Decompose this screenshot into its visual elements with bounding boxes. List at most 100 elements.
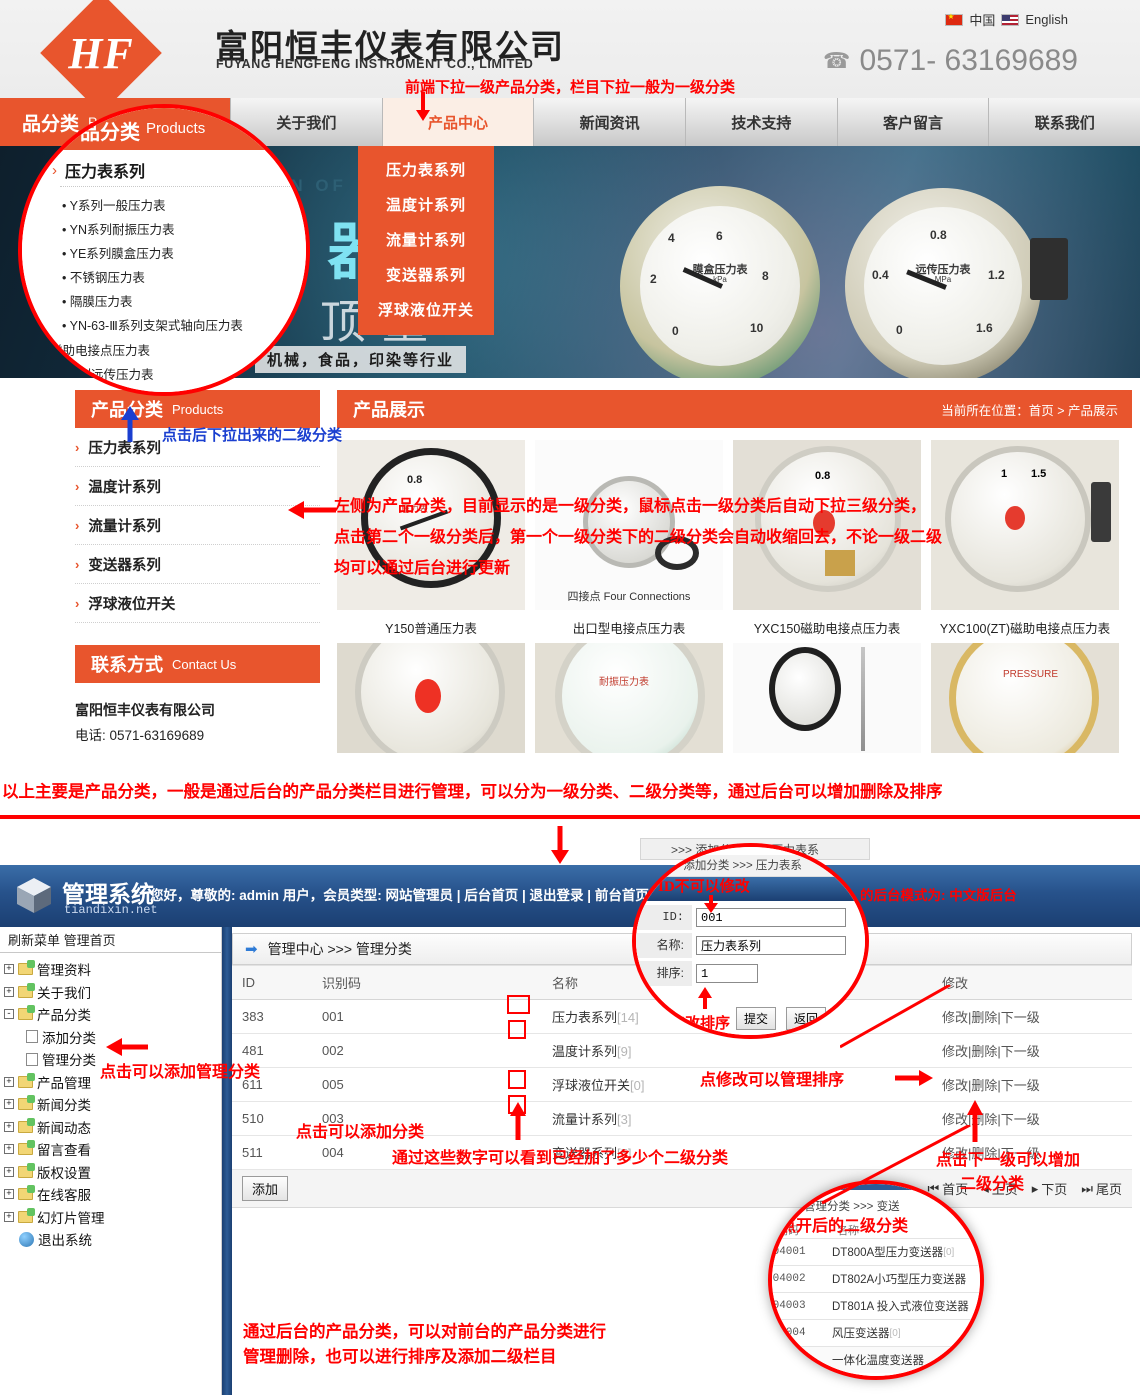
tree-node-label: 退出系统 xyxy=(38,1229,92,1249)
lang-cn-label[interactable]: 中国 xyxy=(969,10,995,29)
tree-node-news-category[interactable]: + 新闻分类 xyxy=(4,1093,221,1116)
expander-plus-icon[interactable]: + xyxy=(4,1167,14,1177)
product-image[interactable]: PRESSURE xyxy=(931,643,1119,753)
tree-node-product-category[interactable]: - 产品分类 xyxy=(4,1003,221,1026)
sub-table-row[interactable]: 004003 DT801A 投入式液位变送器 xyxy=(768,1292,984,1319)
dropdown-item-flowmeter[interactable]: 流量计系列 xyxy=(358,222,494,257)
admin-welcome-bar[interactable]: 您好，尊敬的: admin 用户，会员类型: 网站管理员 | 后台首页 | 退出… xyxy=(150,884,649,904)
callout-front-subitem[interactable]: • YE系列膜盒压力表 xyxy=(62,242,243,266)
language-switcher[interactable]: 中国 English xyxy=(945,10,1068,29)
edit-name-input[interactable]: 压力表系列 xyxy=(696,936,846,955)
nav-item-news[interactable]: 新闻资讯 xyxy=(533,98,685,146)
expander-minus-icon[interactable]: - xyxy=(4,1009,14,1019)
table-row[interactable]: 611 005 浮球液位开关[0] 修改|删除|下一级 xyxy=(232,1068,1132,1102)
annotation-id-readonly: ID不可以修改 xyxy=(658,875,750,896)
tree-node-slideshow[interactable]: + 幻灯片管理 xyxy=(4,1206,221,1229)
sidebar-item-thermometer[interactable]: › 温度计系列 xyxy=(75,467,320,506)
sidebar-item-label: 流量计系列 xyxy=(88,515,161,536)
dropdown-item-thermometer[interactable]: 温度计系列 xyxy=(358,187,494,222)
expander-plus-icon[interactable]: + xyxy=(4,1144,14,1154)
gauge2-num-04: 0.4 xyxy=(872,268,889,282)
product-card[interactable] xyxy=(337,643,525,753)
sub-table-row[interactable]: 004004 风压变送器[0] xyxy=(768,1319,984,1346)
sub-table-row[interactable]: 004005 一体化温度变送器 xyxy=(768,1346,984,1373)
table-row[interactable]: 481 002 温度计系列[9] 修改|删除|下一级 xyxy=(232,1034,1132,1068)
tree-node-news[interactable]: + 新闻动态 xyxy=(4,1116,221,1139)
tree-node-logout[interactable]: 退出系统 xyxy=(4,1228,221,1251)
arrow-up-to-order-field xyxy=(696,987,714,1009)
folder-icon xyxy=(18,1076,33,1088)
nav-item-products[interactable]: 产品中心 xyxy=(382,98,534,146)
cell-actions[interactable]: 修改|删除|下一级 xyxy=(932,1000,1132,1034)
expander-plus-icon[interactable]: + xyxy=(4,1077,14,1087)
callout-front-subitem[interactable]: • 不锈钢压力表 xyxy=(62,266,243,290)
product-image[interactable]: 1 1.5 xyxy=(931,440,1119,610)
callout-front-parent-label: 压力表系列 xyxy=(65,158,145,182)
expander-plus-icon[interactable]: + xyxy=(4,964,14,974)
sidebar-item-transmitter[interactable]: › 变送器系列 xyxy=(75,545,320,584)
lang-en-label[interactable]: English xyxy=(1025,12,1068,27)
cell-name-text: 温度计系列 xyxy=(552,1044,617,1059)
tree-node-label: 新闻动态 xyxy=(37,1117,91,1137)
tree-node-about-us[interactable]: + 关于我们 xyxy=(4,981,221,1004)
admin-header: 管理系统 tiandixin.net 您好，尊敬的: admin 用户，会员类型… xyxy=(0,865,1140,927)
sidebar-contact-head: 联系方式 Contact Us xyxy=(75,645,320,683)
edit-order-input[interactable]: 1 xyxy=(696,964,758,983)
refresh-menu-label[interactable]: 刷新菜单 管理首页 xyxy=(8,930,116,949)
product-card[interactable]: 1 1.5 YXC100(ZT)磁助电接点压力表 xyxy=(931,440,1119,643)
submit-button[interactable]: 提交 xyxy=(736,1007,776,1030)
dropdown-item-transmitter[interactable]: 变送器系列 xyxy=(358,257,494,292)
tree-node-manage-data[interactable]: + 管理资料 xyxy=(4,958,221,981)
add-category-button[interactable]: 添加 xyxy=(242,1176,288,1201)
product-image[interactable] xyxy=(733,643,921,753)
sub-table-row[interactable]: 004001 DT800A型压力变送器[0] xyxy=(768,1238,984,1265)
highlight-box-count-2 xyxy=(508,1020,526,1039)
nav-item-support[interactable]: 技术支持 xyxy=(685,98,837,146)
nav-item-message[interactable]: 客户留言 xyxy=(837,98,989,146)
back-button[interactable]: 返回 xyxy=(786,1007,826,1030)
sidebar-item-flowmeter[interactable]: › 流量计系列 xyxy=(75,506,320,545)
expander-plus-icon[interactable]: + xyxy=(4,1099,14,1109)
panel-splitter[interactable] xyxy=(222,927,232,1395)
cell-name-text: 压力表系列 xyxy=(552,1010,617,1025)
cell-actions[interactable]: 修改|删除|下一级 xyxy=(932,1068,1132,1102)
dropdown-item-pressure[interactable]: 压力表系列 xyxy=(358,152,494,187)
products-dropdown-menu[interactable]: 压力表系列 温度计系列 流量计系列 变送器系列 浮球液位开关 xyxy=(358,146,494,335)
expander-plus-icon[interactable]: + xyxy=(4,987,14,997)
product-image[interactable]: 耐振压力表 xyxy=(535,643,723,753)
expander-plus-icon[interactable]: + xyxy=(4,1212,14,1222)
admin-menu-toolbar[interactable]: 刷新菜单 管理首页 xyxy=(0,927,221,953)
sub-table-row[interactable]: 004002 DT802A小巧型压力变送器 xyxy=(768,1265,984,1292)
cell-sub-count: [9] xyxy=(617,1044,631,1059)
china-flag-icon xyxy=(945,14,963,26)
product-card[interactable]: PRESSURE xyxy=(931,643,1119,753)
dropdown-item-floatswitch[interactable]: 浮球液位开关 xyxy=(358,292,494,327)
product-card[interactable]: 耐振压力表 xyxy=(535,643,723,753)
product-card[interactable] xyxy=(733,643,921,753)
nav-item-contact[interactable]: 联系我们 xyxy=(988,98,1140,146)
gauge1-num-6: 6 xyxy=(716,229,723,243)
callout-front-title-cn: 品分类 xyxy=(80,116,140,145)
callout-front-parent-item[interactable]: › 压力表系列 xyxy=(52,158,145,182)
callout-front-subitem[interactable]: • 隔膜压力表 xyxy=(62,290,243,314)
tree-node-copyright[interactable]: + 版权设置 xyxy=(4,1161,221,1184)
tree-node-online-service[interactable]: + 在线客服 xyxy=(4,1183,221,1206)
cell-actions[interactable]: 修改|删除|下一级 xyxy=(932,1034,1132,1068)
callout-front-subitem[interactable]: • YN系列耐振压力表 xyxy=(62,218,243,242)
expander-plus-icon[interactable]: + xyxy=(4,1122,14,1132)
pager-next[interactable]: ▸下页 xyxy=(1032,1179,1068,1198)
callout-front-subitem[interactable]: • Y系列一般压力表 xyxy=(62,194,243,218)
expander-plus-icon[interactable]: + xyxy=(4,1189,14,1199)
sidebar-item-floatswitch[interactable]: › 浮球液位开关 xyxy=(75,584,320,623)
pager-last[interactable]: ⏭尾页 xyxy=(1081,1179,1122,1198)
annotation-dropdown-note: 前端下拉一级产品分类，栏目下拉一般为一级分类 xyxy=(405,76,735,97)
breadcrumb: 当前所在位置：首页 > 产品展示 xyxy=(941,400,1118,419)
sidebar-item-label: 变送器系列 xyxy=(88,554,161,575)
annotation-category-behaviour-l3: 均可以通过后台进行更新 xyxy=(334,554,510,578)
tree-node-messages[interactable]: + 留言查看 xyxy=(4,1138,221,1161)
callout-front-subitem[interactable]: 磁助电接点压力表 xyxy=(50,340,150,359)
tree-node-label: 留言查看 xyxy=(37,1139,91,1159)
callout-front-subitem[interactable]: • YN-63-Ⅲ系列支架式轴向压力表 xyxy=(62,314,243,338)
callout-front-subitem[interactable]: 系列远传压力表 xyxy=(66,364,154,383)
product-image[interactable] xyxy=(337,643,525,753)
